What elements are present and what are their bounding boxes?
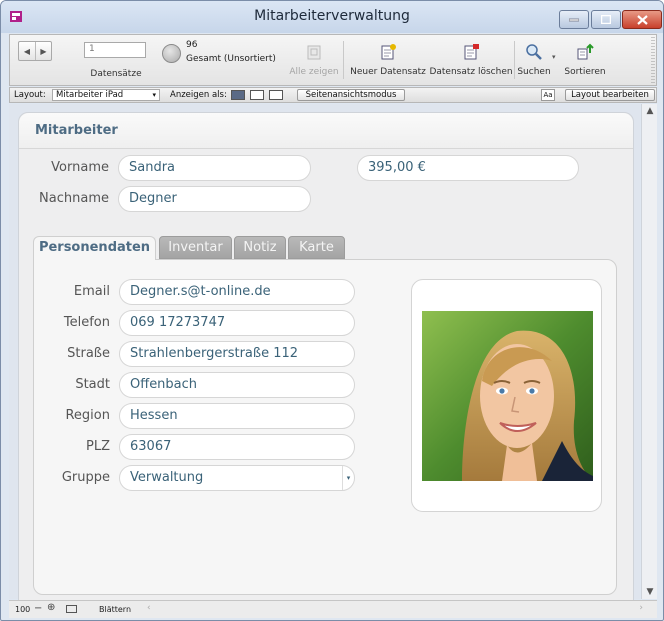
tab-panel-personendaten: Email Degner.s@t-online.de Telefon 069 1…: [33, 259, 617, 595]
scroll-right-icon[interactable]: ›: [639, 603, 643, 613]
phone-label: Telefon: [63, 315, 110, 330]
first-name-label: Vorname: [51, 160, 109, 175]
email-field[interactable]: Degner.s@t-online.de: [119, 279, 355, 305]
minimize-button[interactable]: [559, 10, 589, 29]
delete-record-icon: [464, 44, 479, 60]
last-name-label: Nachname: [39, 191, 109, 206]
new-record-button[interactable]: Neuer Datensatz: [346, 39, 430, 83]
form-view-icon[interactable]: [231, 90, 245, 100]
zoom-level[interactable]: 100: [15, 605, 30, 614]
edit-layout-button[interactable]: Layout bearbeiten: [565, 89, 655, 101]
maximize-button[interactable]: [591, 10, 621, 29]
zip-field[interactable]: 63067: [119, 434, 355, 460]
region-label: Region: [65, 408, 110, 423]
last-name-field[interactable]: Degner: [118, 186, 311, 212]
tab-inventar[interactable]: Inventar: [159, 236, 232, 259]
email-label: Email: [73, 284, 110, 299]
first-name-field[interactable]: Sandra: [118, 155, 311, 181]
sort-icon: [577, 43, 594, 60]
tab-karte[interactable]: Karte: [288, 236, 345, 259]
total-count: 96: [186, 40, 198, 50]
toolbar-separator: [514, 41, 515, 79]
horizontal-scrollbar[interactable]: ‹ ›: [139, 603, 647, 616]
scroll-down-icon[interactable]: ▼: [642, 587, 658, 597]
employee-photo: [422, 311, 593, 481]
section-title: Mitarbeiter: [35, 123, 118, 138]
photo-container: [411, 279, 602, 512]
chevron-down-icon: ▾: [152, 91, 156, 99]
status-area-toggle-icon[interactable]: [66, 605, 77, 613]
list-view-icon[interactable]: [250, 90, 264, 100]
record-pie-icon: [162, 44, 181, 63]
toolbar-grip[interactable]: [651, 37, 655, 83]
layout-label: Layout:: [14, 90, 46, 100]
zoom-in-icon[interactable]: ⊕: [47, 602, 55, 613]
content-area: Mitarbeiter Vorname Sandra 395,00 € Nach…: [9, 104, 640, 602]
toolbar-separator: [343, 41, 344, 79]
tab-personendaten[interactable]: Personendaten: [33, 236, 156, 260]
status-toolbar: ◀ ▶ 1 Datensätze 96 Gesamt (Unsortiert) …: [9, 34, 657, 86]
group-dropdown[interactable]: Verwaltung ▾: [119, 465, 355, 491]
previous-record-icon[interactable]: ◀: [19, 42, 35, 60]
records-caption: Datensätze: [90, 69, 142, 79]
table-view-icon[interactable]: [269, 90, 283, 100]
zoom-out-icon[interactable]: −: [34, 603, 42, 614]
region-field[interactable]: Hessen: [119, 403, 355, 429]
card-header: Mitarbeiter: [19, 113, 633, 149]
scroll-left-icon[interactable]: ‹: [147, 603, 151, 613]
search-icon: [526, 44, 542, 60]
title-bar: Mitarbeiterverwaltung: [1, 1, 663, 33]
tab-notiz[interactable]: Notiz: [234, 236, 286, 259]
new-record-icon: [381, 44, 396, 60]
total-caption: Gesamt (Unsortiert): [186, 54, 276, 64]
amount-field[interactable]: 395,00 €: [357, 155, 579, 181]
status-bar: 100 − ⊕ Blättern ‹ ›: [9, 600, 657, 618]
app-window: Mitarbeiterverwaltung ◀ ▶ 1 Datensätze 9…: [0, 0, 664, 621]
record-card: Mitarbeiter Vorname Sandra 395,00 € Nach…: [18, 112, 634, 602]
phone-field[interactable]: 069 17273747: [119, 310, 355, 336]
vertical-scrollbar[interactable]: ▲ ▼: [641, 104, 657, 599]
sort-button[interactable]: Sortieren: [563, 39, 607, 83]
view-as-label: Anzeigen als:: [170, 90, 227, 100]
record-navigator: ◀ ▶: [18, 41, 52, 61]
close-button[interactable]: [622, 10, 662, 29]
street-label: Straße: [67, 346, 110, 361]
minimize-icon: [560, 11, 588, 28]
group-label: Gruppe: [61, 470, 110, 485]
city-field[interactable]: Offenbach: [119, 372, 355, 398]
layout-bar: Layout: Mitarbeiter iPad ▾ Anzeigen als:…: [9, 87, 657, 103]
maximize-icon: [592, 11, 620, 28]
search-button[interactable]: Suchen: [517, 39, 551, 83]
next-record-icon[interactable]: ▶: [35, 42, 51, 60]
city-label: Stadt: [75, 377, 110, 392]
close-icon: [623, 11, 661, 28]
street-field[interactable]: Strahlenbergerstraße 112: [119, 341, 355, 367]
text-size-button[interactable]: Aa: [541, 89, 555, 101]
scroll-up-icon[interactable]: ▲: [642, 106, 658, 116]
preview-mode-button[interactable]: Seitenansichtsmodus: [297, 89, 405, 101]
show-all-icon: [307, 45, 321, 60]
show-all-button[interactable]: Alle zeigen: [285, 39, 343, 83]
delete-record-button[interactable]: Datensatz löschen: [429, 39, 513, 83]
zip-label: PLZ: [86, 439, 110, 454]
record-number-input[interactable]: 1: [84, 42, 146, 58]
search-dropdown-icon[interactable]: ▾: [552, 53, 556, 61]
mode-label: Blättern: [99, 605, 132, 614]
chevron-down-icon[interactable]: ▾: [342, 466, 354, 490]
layout-select[interactable]: Mitarbeiter iPad ▾: [52, 89, 160, 101]
